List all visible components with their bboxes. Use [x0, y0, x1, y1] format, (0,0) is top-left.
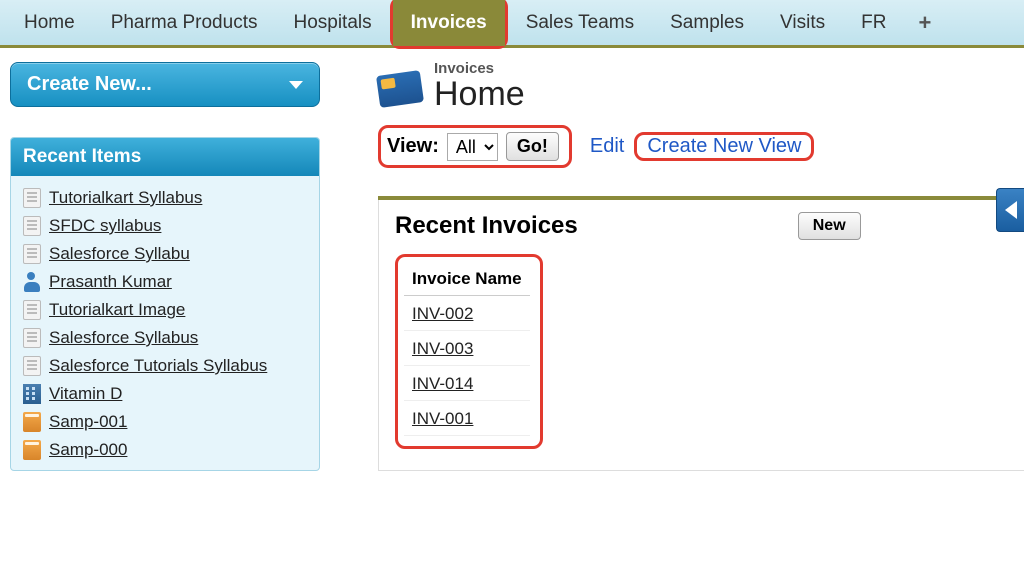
- page-header: Invoices Home: [378, 60, 1024, 111]
- document-icon: [23, 328, 41, 348]
- recent-item: Tutorialkart Syllabus: [21, 184, 309, 212]
- invoice-link[interactable]: INV-002: [412, 304, 473, 323]
- view-label: View:: [387, 135, 439, 158]
- recent-item: Tutorialkart Image: [21, 296, 309, 324]
- document-icon: [23, 216, 41, 236]
- recent-item-link[interactable]: Salesforce Tutorials Syllabus: [49, 356, 267, 376]
- recent-item: Prasanth Kumar: [21, 268, 309, 296]
- sidebar: Create New... Recent Items Tutorialkart …: [0, 48, 330, 485]
- table-row: INV-003: [404, 333, 530, 366]
- view-select[interactable]: All: [447, 133, 498, 161]
- recent-items-list: Tutorialkart Syllabus SFDC syllabus Sale…: [11, 176, 319, 470]
- document-icon: [23, 244, 41, 264]
- person-icon: [23, 272, 41, 292]
- table-row: INV-002: [404, 298, 530, 331]
- recent-item: Samp-001: [21, 408, 309, 436]
- invoice-link[interactable]: INV-003: [412, 339, 473, 358]
- invoice-link[interactable]: INV-014: [412, 374, 473, 393]
- recent-item: Samp-000: [21, 436, 309, 464]
- top-nav: Home Pharma Products Hospitals Invoices …: [0, 0, 1024, 48]
- recent-item-link[interactable]: SFDC syllabus: [49, 216, 161, 236]
- recent-invoices-title: Recent Invoices: [395, 212, 578, 240]
- chevron-down-icon: [289, 81, 303, 89]
- main-area: Invoices Home View: All Go! Edit Create …: [330, 48, 1024, 485]
- recent-item: Vitamin D: [21, 380, 309, 408]
- tab-home[interactable]: Home: [6, 0, 93, 46]
- tab-invoices[interactable]: Invoices: [393, 0, 505, 46]
- create-new-button[interactable]: Create New...: [10, 62, 320, 107]
- tab-samples[interactable]: Samples: [652, 0, 762, 46]
- recent-item-link[interactable]: Tutorialkart Image: [49, 300, 185, 320]
- tab-hospitals[interactable]: Hospitals: [275, 0, 389, 46]
- table-row: INV-001: [404, 403, 530, 436]
- recent-item-link[interactable]: Prasanth Kumar: [49, 272, 172, 292]
- recent-item: SFDC syllabus: [21, 212, 309, 240]
- go-button[interactable]: Go!: [506, 132, 559, 161]
- document-icon: [23, 356, 41, 376]
- tab-pharma-products[interactable]: Pharma Products: [93, 0, 276, 46]
- recent-item-link[interactable]: Salesforce Syllabu: [49, 244, 190, 264]
- book-icon: [23, 440, 41, 460]
- invoice-link[interactable]: INV-001: [412, 409, 473, 428]
- view-row: View: All Go! Edit Create New View: [378, 125, 1024, 168]
- edit-view-link[interactable]: Edit: [590, 135, 624, 158]
- invoice-table: Invoice Name INV-002 INV-003 INV-014 INV…: [402, 261, 532, 438]
- recent-item-link[interactable]: Samp-001: [49, 412, 127, 432]
- recent-item: Salesforce Tutorials Syllabus: [21, 352, 309, 380]
- document-icon: [23, 300, 41, 320]
- new-invoice-button[interactable]: New: [798, 212, 861, 240]
- tab-sales-teams[interactable]: Sales Teams: [508, 0, 652, 46]
- create-new-view-link[interactable]: Create New View: [637, 133, 811, 159]
- expand-sidebar-arrow-icon[interactable]: [996, 188, 1024, 232]
- invoice-card-icon: [376, 70, 424, 108]
- building-icon: [23, 384, 41, 404]
- recent-item-link[interactable]: Salesforce Syllabus: [49, 328, 198, 348]
- recent-item: Salesforce Syllabu: [21, 240, 309, 268]
- tab-fr[interactable]: FR: [843, 0, 904, 46]
- invoice-name-header: Invoice Name: [404, 263, 530, 296]
- recent-items-header: Recent Items: [11, 138, 319, 176]
- page-title: Home: [434, 77, 525, 111]
- recent-item-link[interactable]: Vitamin D: [49, 384, 122, 404]
- recent-items-panel: Recent Items Tutorialkart Syllabus SFDC …: [10, 137, 320, 471]
- recent-invoices-panel: Recent Invoices New Invoice Name INV-002…: [378, 196, 1024, 471]
- recent-item: Salesforce Syllabus: [21, 324, 309, 352]
- document-icon: [23, 188, 41, 208]
- create-new-label: Create New...: [27, 73, 152, 96]
- recent-item-link[interactable]: Tutorialkart Syllabus: [49, 188, 202, 208]
- table-row: INV-014: [404, 368, 530, 401]
- book-icon: [23, 412, 41, 432]
- tab-visits[interactable]: Visits: [762, 0, 843, 46]
- tab-add-icon[interactable]: +: [904, 0, 945, 46]
- recent-item-link[interactable]: Samp-000: [49, 440, 127, 460]
